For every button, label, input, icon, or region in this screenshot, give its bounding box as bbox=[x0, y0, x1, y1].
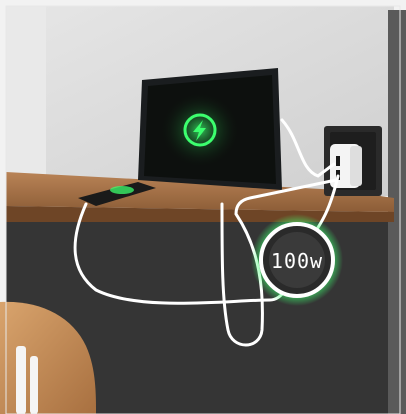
wall-corner bbox=[6, 6, 46, 196]
charger-side bbox=[350, 146, 362, 186]
usb-c-port-1 bbox=[336, 156, 340, 166]
photo-canvas: 100w bbox=[0, 0, 406, 414]
tablet bbox=[138, 68, 282, 190]
wireless-charge-icon bbox=[110, 186, 134, 194]
wattage-badge: 100w bbox=[251, 214, 343, 306]
chair-leg bbox=[16, 346, 26, 414]
wattage-readout: 100w bbox=[271, 249, 323, 273]
product-photo: 100w bbox=[0, 0, 406, 414]
chair-leg-2 bbox=[30, 356, 38, 414]
